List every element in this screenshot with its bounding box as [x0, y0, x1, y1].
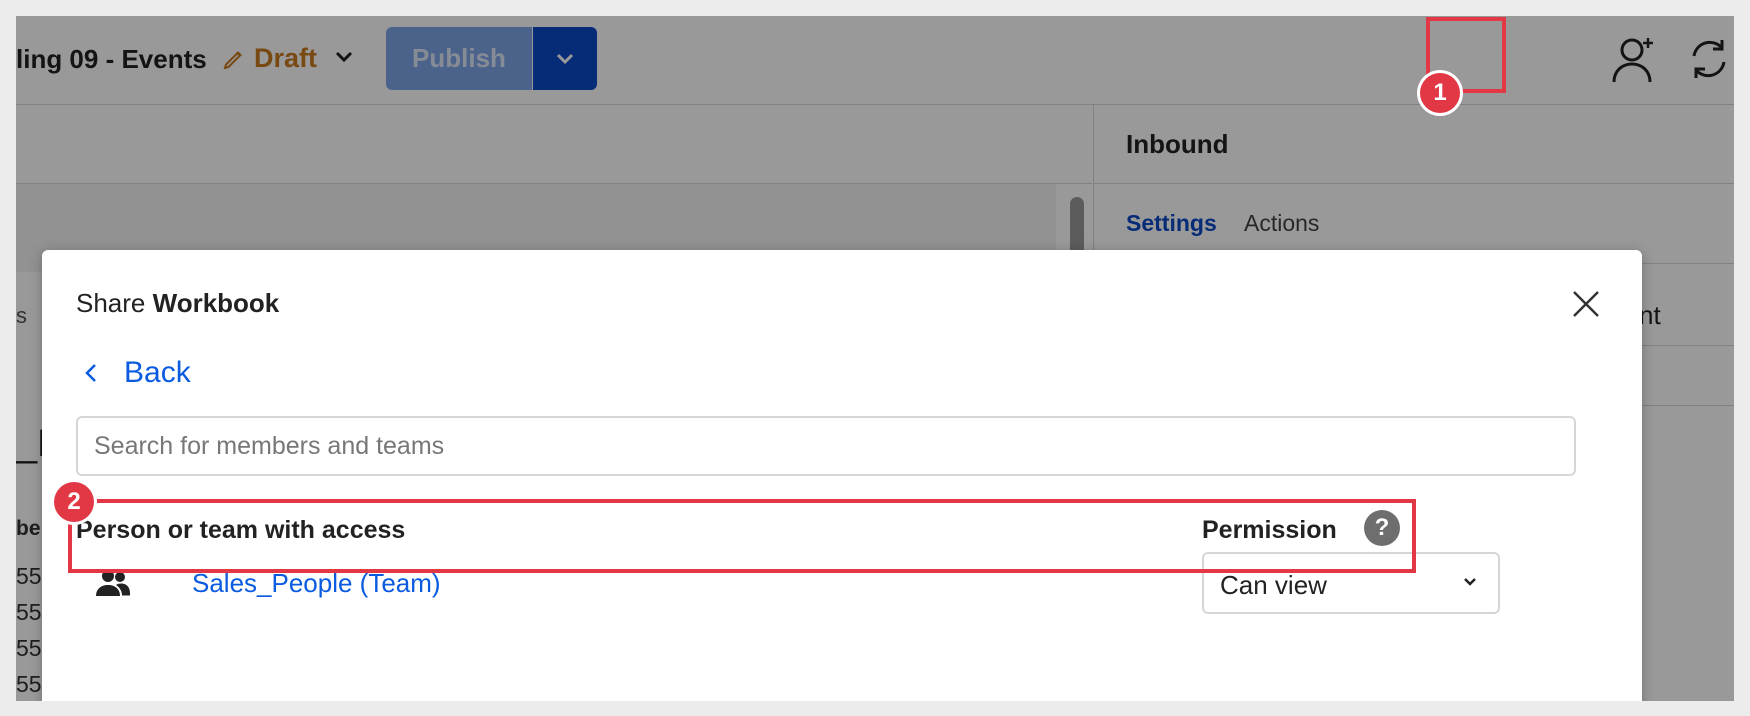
annotation-badge-1: 1: [1420, 73, 1460, 113]
close-icon[interactable]: [1570, 288, 1602, 320]
annotation-box-2: [68, 499, 1416, 573]
annotation-badge-2: 2: [54, 482, 94, 522]
app-window: ling 09 - Events Draft Publish s _E be 5…: [16, 16, 1734, 701]
permission-value: Can view: [1220, 570, 1327, 600]
dialog-title-bold: Workbook: [152, 288, 280, 318]
share-workbook-dialog: Share Workbook Back Person or team with …: [42, 250, 1642, 701]
chevron-down-icon: [1464, 578, 1476, 586]
dialog-title: Share Workbook: [76, 288, 279, 319]
chevron-left-icon: [85, 364, 96, 382]
back-label: Back: [124, 356, 191, 389]
search-input[interactable]: [76, 416, 1576, 476]
back-button[interactable]: Back: [84, 356, 191, 390]
dialog-title-prefix: Share: [76, 288, 146, 318]
